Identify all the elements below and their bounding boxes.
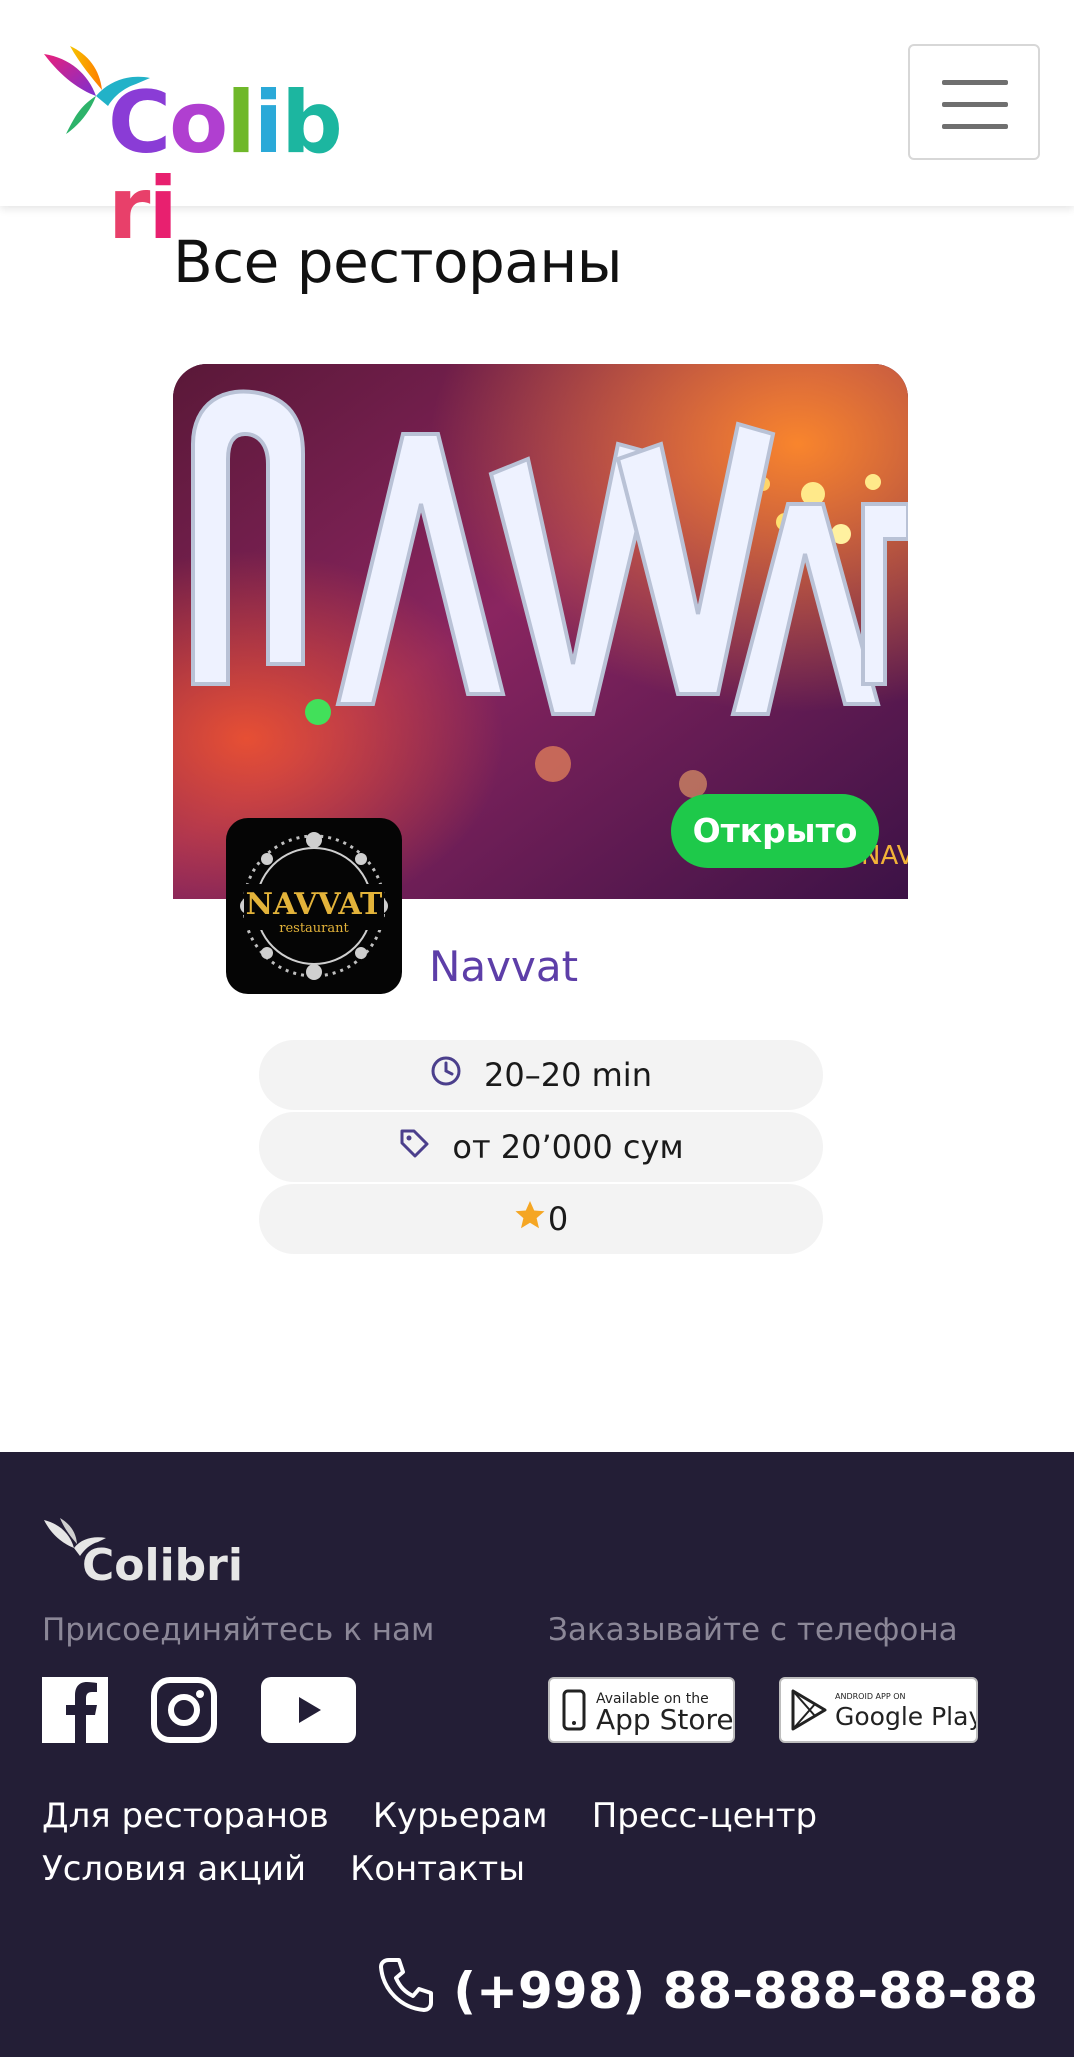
- restaurant-name[interactable]: Navvat: [429, 942, 578, 991]
- link-contacts[interactable]: Контакты: [350, 1849, 525, 1889]
- rating-value: 0: [547, 1200, 569, 1238]
- app-store-big: App Store: [596, 1703, 733, 1736]
- link-press-center[interactable]: Пресс-центр: [592, 1796, 817, 1836]
- hamburger-icon-line: [942, 102, 1008, 107]
- colibri-logo[interactable]: Colibri: [40, 44, 380, 252]
- youtube-icon[interactable]: [261, 1677, 356, 1743]
- min-price: от 20’000 сум: [452, 1128, 684, 1166]
- menu-button[interactable]: [908, 44, 1040, 160]
- phone-icon: [377, 1956, 435, 2026]
- footer-logo-text: Colibri: [82, 1540, 242, 1586]
- hamburger-icon: [942, 80, 1008, 85]
- link-couriers[interactable]: Курьерам: [373, 1796, 548, 1836]
- restaurant-card[interactable]: NAV Открыто NAVVAT restaurant Navvat 20–…: [173, 364, 908, 1264]
- link-for-restaurants[interactable]: Для ресторанов: [42, 1796, 329, 1836]
- site-header: Colibri: [0, 0, 1074, 252]
- footer-links-row-2: Условия акций Контакты: [42, 1849, 569, 1889]
- footer-links-row-1: Для ресторанов Курьерам Пресс-центр: [42, 1796, 861, 1836]
- hamburger-icon-line: [942, 124, 1008, 129]
- min-price-pill: от 20’000 сум: [259, 1112, 823, 1182]
- phone-text: (+998) 88-888-88-88: [453, 1962, 1038, 2020]
- delivery-time-pill: 20–20 min: [259, 1040, 823, 1110]
- footer-logo[interactable]: Colibri: [42, 1518, 243, 1591]
- order-heading: Заказывайте с телефона: [548, 1612, 958, 1648]
- google-play-big: Google Play: [835, 1702, 976, 1731]
- open-status-badge: Открыто: [671, 794, 879, 868]
- logo-text-top: NAVVAT: [246, 887, 383, 922]
- link-promo-terms[interactable]: Условия акций: [42, 1849, 306, 1889]
- join-heading: Присоединяйтесь к нам: [42, 1612, 435, 1648]
- google-play-small: ANDROID APP ON: [835, 1692, 905, 1701]
- logo-text-bottom: restaurant: [279, 921, 349, 936]
- phone-number[interactable]: (+998) 88-888-88-88: [377, 1956, 1038, 2026]
- price-tag-icon: [398, 1127, 430, 1167]
- restaurant-logo: NAVVAT restaurant: [226, 818, 402, 994]
- logo-wordmark: Colibri: [108, 73, 343, 259]
- rating-pill: 0: [259, 1184, 823, 1254]
- google-play-button[interactable]: ANDROID APP ON Google Play: [779, 1677, 983, 1743]
- instagram-icon[interactable]: [151, 1677, 217, 1743]
- facebook-icon[interactable]: [42, 1677, 108, 1743]
- app-store-button[interactable]: Available on the App Store: [548, 1677, 735, 1743]
- delivery-time: 20–20 min: [484, 1056, 652, 1094]
- clock-icon: [430, 1055, 462, 1095]
- site-footer: Colibri Присоединяйтесь к нам Заказывайт…: [0, 1452, 1074, 2057]
- star-icon: [514, 1199, 546, 1239]
